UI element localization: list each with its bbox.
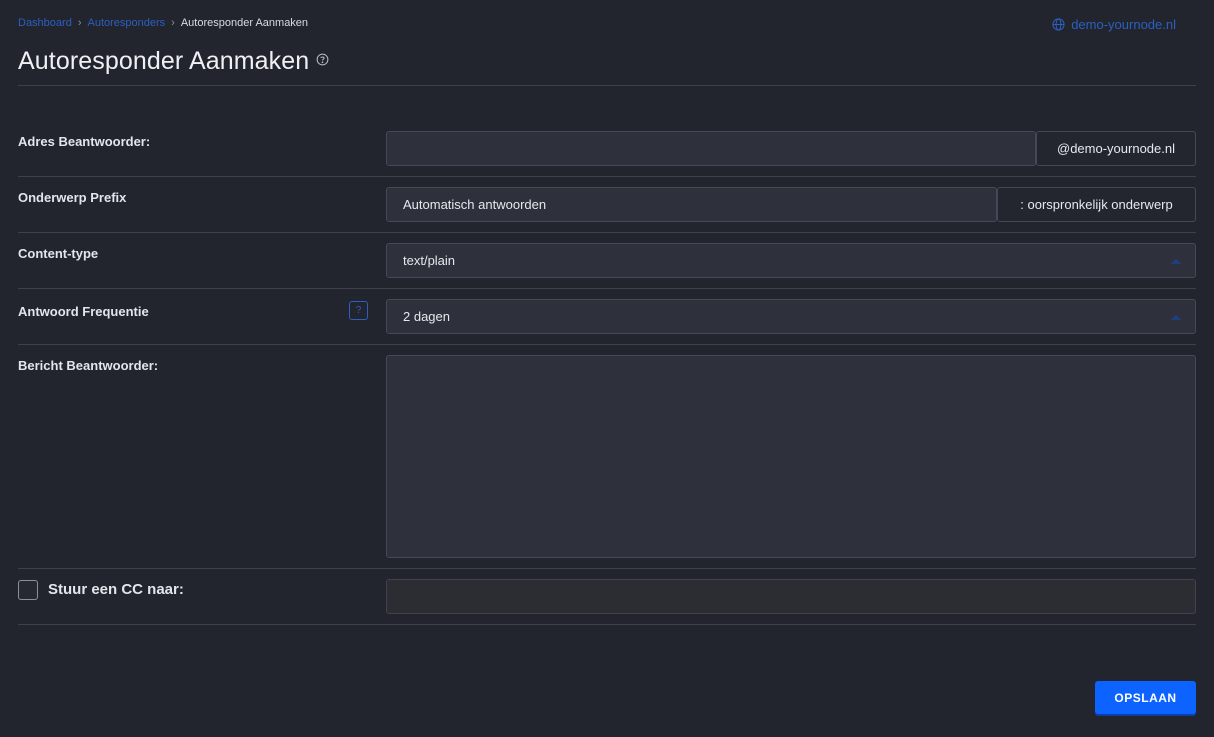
- subject-prefix-suffix: : oorspronkelijk onderwerp: [997, 187, 1196, 222]
- cc-label: Stuur een CC naar:: [48, 581, 184, 598]
- subject-prefix-row: Onderwerp Prefix Automatisch antwoorden …: [18, 177, 1196, 233]
- breadcrumb-autoresponders-link[interactable]: Autoresponders: [88, 17, 166, 29]
- frequency-select[interactable]: 2 dagen: [386, 299, 1196, 334]
- content-type-select[interactable]: text/plain: [386, 243, 1196, 278]
- frequency-help-button[interactable]: ?: [349, 301, 368, 320]
- message-label: Bericht Beantwoorder:: [18, 358, 159, 373]
- title-divider: [18, 85, 1196, 86]
- cc-email-input[interactable]: [386, 579, 1196, 614]
- cc-checkbox[interactable]: [18, 580, 38, 600]
- domain-name: demo-yournode.nl: [1071, 17, 1176, 32]
- address-row: Adres Beantwoorder: @demo-yournode.nl: [18, 120, 1196, 177]
- domain-selector[interactable]: demo-yournode.nl: [1052, 17, 1176, 32]
- address-label: Adres Beantwoorder:: [18, 134, 151, 149]
- cc-row: Stuur een CC naar:: [18, 569, 1196, 625]
- address-domain-suffix: @demo-yournode.nl: [1036, 131, 1196, 166]
- frequency-row: Antwoord Frequentie ? 2 dagen: [18, 289, 1196, 345]
- message-textarea[interactable]: [386, 355, 1196, 558]
- breadcrumb-dashboard-link[interactable]: Dashboard: [18, 17, 72, 29]
- content-type-row: Content-type text/plain: [18, 233, 1196, 289]
- chevron-right-icon: ›: [77, 17, 82, 29]
- help-circle-icon[interactable]: [316, 53, 329, 71]
- caret-up-icon: [1171, 258, 1181, 264]
- breadcrumb: Dashboard › Autoresponders › Autorespond…: [18, 17, 308, 29]
- frequency-value: 2 dagen: [403, 309, 450, 324]
- frequency-label: Antwoord Frequentie: [18, 304, 149, 319]
- content-type-value: text/plain: [403, 253, 456, 268]
- chevron-right-icon: ›: [171, 17, 175, 29]
- page-title-wrap: Autoresponder Aanmaken: [18, 47, 329, 76]
- address-input[interactable]: [386, 131, 1036, 166]
- caret-up-icon: [1171, 314, 1181, 320]
- subject-prefix-input[interactable]: Automatisch antwoorden: [386, 187, 997, 222]
- save-button[interactable]: OPSLAAN: [1095, 681, 1196, 714]
- globe-icon: [1052, 18, 1065, 31]
- message-row: Bericht Beantwoorder:: [18, 345, 1196, 569]
- content-type-label: Content-type: [18, 246, 99, 261]
- page-title: Autoresponder Aanmaken: [18, 47, 310, 75]
- subject-prefix-label: Onderwerp Prefix: [18, 190, 127, 205]
- breadcrumb-current: Autoresponder Aanmaken: [180, 17, 309, 29]
